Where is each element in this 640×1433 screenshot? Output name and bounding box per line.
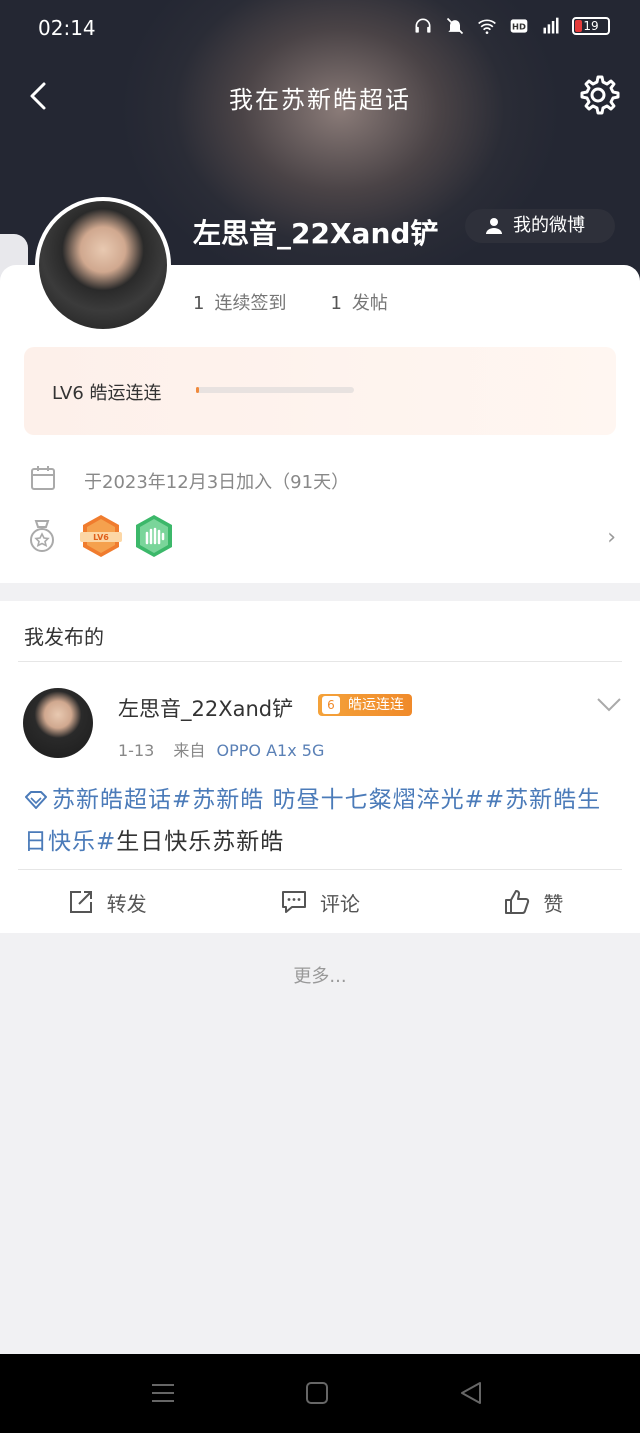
person-icon	[486, 218, 502, 234]
posts-section: 我发布的 左思音_22Xand铲 6 皓运连连 1-13 来自 OPPO A1x…	[0, 601, 640, 933]
like-button[interactable]: 赞	[427, 871, 640, 933]
menu-icon[interactable]	[150, 1380, 176, 1406]
badges-chevron-right-icon[interactable]: ›	[607, 525, 616, 550]
status-bar: 02:14 HD 19	[38, 14, 610, 44]
thumbs-up-icon	[505, 890, 530, 914]
level-box[interactable]: LV6 皓运连连	[24, 347, 616, 435]
join-date-row: 于2023年12月3日加入（91天）	[0, 465, 640, 495]
repost-label: 转发	[106, 891, 147, 916]
post-tag-supertopic[interactable]: 苏新皓超话	[52, 787, 172, 813]
post-menu-chevron-down-icon[interactable]	[596, 697, 622, 713]
fan-level-title: 皓运连连	[348, 697, 404, 713]
stat-checkin[interactable]: 1 连续签到	[193, 289, 286, 315]
post-date: 1-13	[118, 741, 155, 760]
calendar-icon	[31, 466, 55, 490]
username: 左思音_22Xand铲	[193, 217, 439, 250]
level-progress-bar	[196, 387, 354, 393]
stat-posts[interactable]: 1 发帖	[330, 289, 387, 315]
post-plain-text: 生日快乐苏新皓	[116, 829, 285, 855]
post-source-prefix: 来自	[173, 741, 206, 760]
my-weibo-button[interactable]: 我的微博	[465, 209, 615, 243]
lv6-badge-text: LV6	[93, 533, 109, 542]
divider	[18, 661, 622, 662]
home-icon[interactable]	[304, 1380, 330, 1406]
lv6-badge-icon[interactable]: LV6	[80, 513, 122, 559]
stat-checkin-value: 1	[193, 293, 205, 314]
level-label: LV6 皓运连连	[52, 383, 162, 404]
svg-text:HD: HD	[512, 21, 526, 31]
post-tag-topic-1[interactable]: #苏新皓 昉昼十七粲熠淬光#	[172, 787, 485, 813]
comment-button[interactable]: 评论	[213, 871, 426, 933]
hd-icon: HD	[510, 19, 528, 33]
fan-level-badge: 6 皓运连连	[318, 694, 412, 716]
status-icons: HD 19	[412, 16, 610, 36]
headphones-icon	[415, 18, 431, 33]
my-weibo-label: 我的微博	[513, 215, 585, 236]
system-navigation-bar	[0, 1354, 640, 1433]
post-text: 苏新皓超话#苏新皓 昉昼十七粲熠淬光##苏新皓生日快乐#生日快乐苏新皓	[24, 779, 624, 863]
comment-icon	[281, 891, 306, 913]
mute-icon	[446, 17, 464, 35]
repost-button[interactable]: 转发	[0, 871, 213, 933]
more-link[interactable]: 更多...	[0, 962, 640, 988]
badges-row[interactable]: LV6 ›	[0, 513, 640, 559]
fan-level-number: 6	[322, 696, 340, 714]
battery-level: 19	[583, 19, 599, 33]
back-triangle-icon[interactable]	[458, 1380, 484, 1406]
profile-stats: 1 连续签到 1 发帖	[193, 289, 388, 315]
medal-icon	[30, 520, 54, 552]
post-device[interactable]: OPPO A1x 5G	[217, 741, 325, 760]
page-title: 我在苏新皓超话	[229, 86, 411, 114]
like-label: 赞	[543, 891, 564, 916]
settings-button[interactable]	[576, 73, 620, 117]
post-avatar[interactable]	[23, 688, 93, 758]
post-author[interactable]: 左思音_22Xand铲	[118, 693, 293, 723]
status-time: 02:14	[38, 16, 96, 40]
stat-checkin-label: 连续签到	[214, 293, 287, 314]
hand-badge-icon[interactable]	[133, 513, 175, 559]
stat-posts-label: 发帖	[351, 293, 388, 314]
level-progress-fill	[196, 387, 200, 393]
post-meta: 1-13 来自 OPPO A1x 5G	[118, 737, 324, 761]
avatar[interactable]	[35, 197, 171, 333]
comment-label: 评论	[319, 891, 360, 916]
post-actions: 转发 评论 赞	[0, 871, 640, 933]
wifi-icon	[478, 19, 496, 34]
join-date-text: 于2023年12月3日加入（91天）	[84, 472, 350, 493]
divider	[18, 869, 622, 870]
repost-icon	[69, 891, 92, 913]
stat-posts-value: 1	[330, 293, 342, 314]
posts-header: 我发布的	[24, 625, 104, 649]
supertopic-diamond-icon	[25, 791, 47, 809]
battery-icon: 19	[572, 17, 610, 35]
signal-icon	[543, 17, 559, 34]
gear-icon	[580, 75, 620, 115]
